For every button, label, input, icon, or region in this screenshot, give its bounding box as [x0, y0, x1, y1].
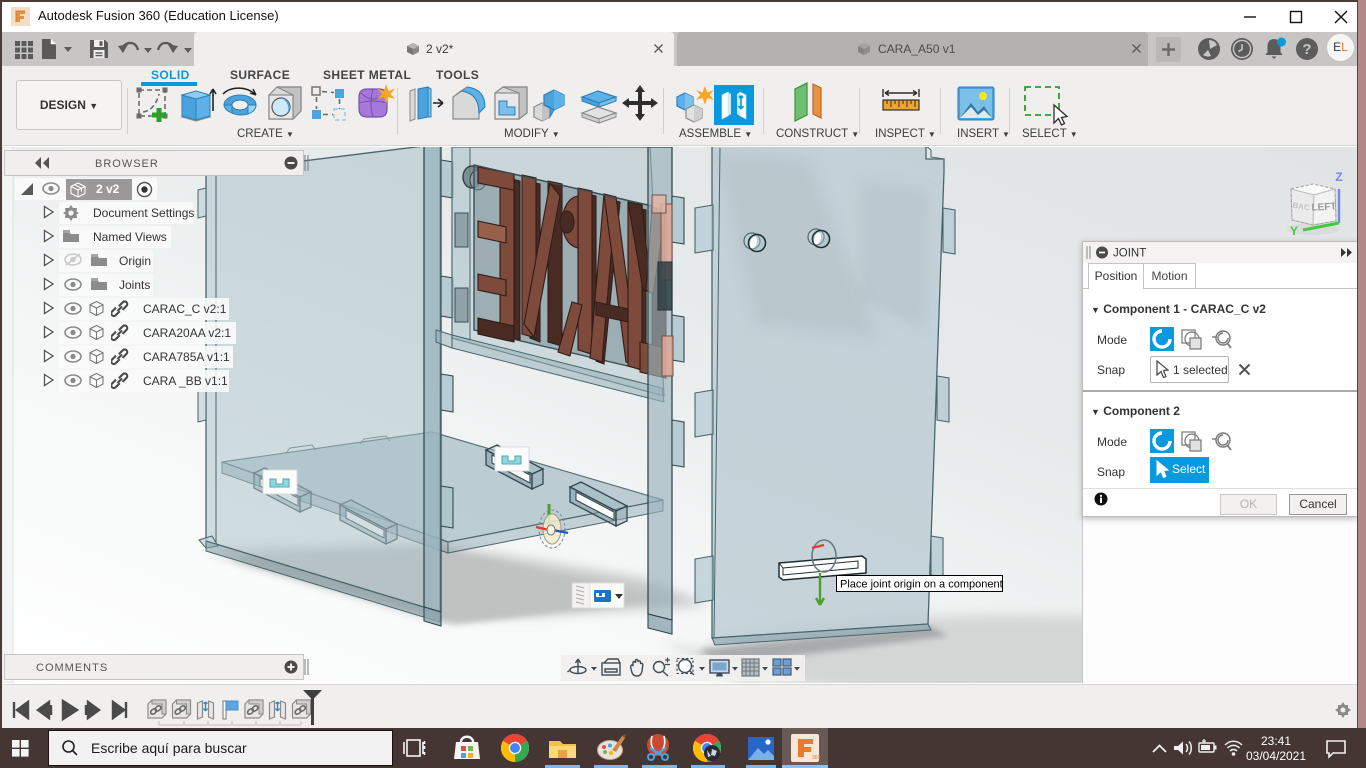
svg-text:JOINT: JOINT [1113, 248, 1146, 260]
svg-text:Z: Z [1335, 170, 1342, 184]
svg-text:?: ? [1302, 41, 1311, 58]
svg-text:23:41: 23:41 [1261, 734, 1291, 748]
svg-text:LEFT: LEFT [1311, 201, 1337, 213]
svg-text:360: 360 [812, 755, 821, 761]
svg-text:03/04/2021: 03/04/2021 [1246, 749, 1306, 763]
svg-text:Place joint origin on a compon: Place joint origin on a component [840, 579, 1003, 591]
svg-text:COMMENTS: COMMENTS [36, 662, 108, 674]
svg-text:Y: Y [1290, 224, 1298, 238]
